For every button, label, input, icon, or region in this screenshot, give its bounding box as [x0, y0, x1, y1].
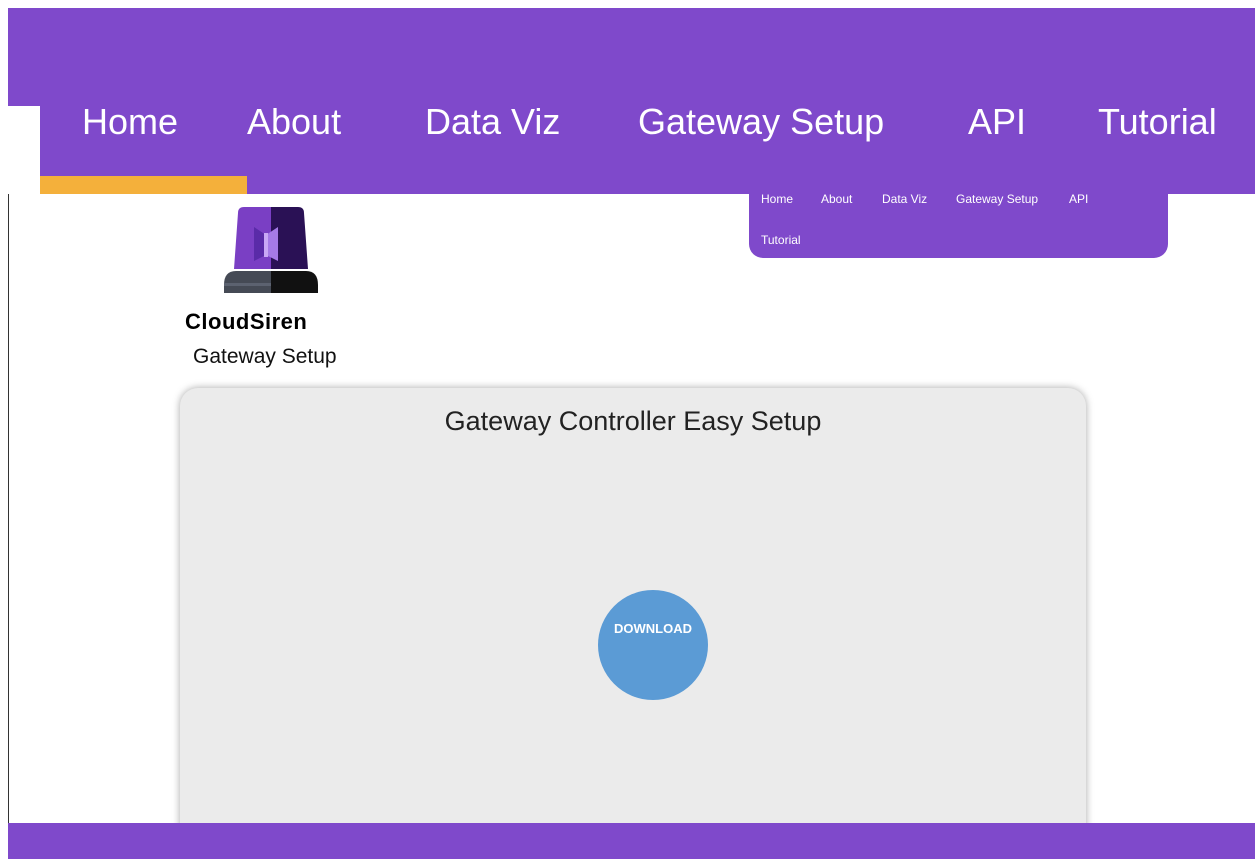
nav-item-gateway-setup[interactable]: Gateway Setup: [638, 104, 884, 140]
dropdown-nav-api[interactable]: API: [1069, 192, 1088, 206]
page: Home About Data Viz Gateway Setup API Tu…: [0, 0, 1255, 859]
nav-item-data-viz[interactable]: Data Viz: [425, 104, 560, 140]
nav-item-api[interactable]: API: [968, 104, 1026, 140]
dropdown-nav-data-viz[interactable]: Data Viz: [882, 192, 927, 206]
dropdown-nav-gateway-setup[interactable]: Gateway Setup: [956, 192, 1038, 206]
dropdown-nav-tutorial[interactable]: Tutorial: [761, 233, 801, 247]
main-nav: Home About Data Viz Gateway Setup API Tu…: [40, 86, 1255, 156]
nav-item-tutorial[interactable]: Tutorial: [1098, 104, 1217, 140]
nav-item-about[interactable]: About: [247, 104, 341, 140]
active-nav-indicator: [40, 176, 247, 194]
siren-icon: [224, 207, 318, 293]
setup-card: Gateway Controller Easy Setup DOWNLOAD: [180, 388, 1086, 858]
card-title: Gateway Controller Easy Setup: [444, 406, 822, 436]
footer: [8, 823, 1255, 859]
brand-name: CloudSiren: [185, 309, 308, 334]
dropdown-nav-home[interactable]: Home: [761, 192, 793, 206]
nav-item-home[interactable]: Home: [82, 104, 178, 140]
dropdown-nav-about[interactable]: About: [821, 192, 852, 206]
dropdown-nav: Home About Data Viz Gateway Setup API Tu…: [749, 180, 1168, 258]
page-subtitle: Gateway Setup: [193, 345, 337, 368]
download-button[interactable]: DOWNLOAD: [598, 590, 708, 700]
